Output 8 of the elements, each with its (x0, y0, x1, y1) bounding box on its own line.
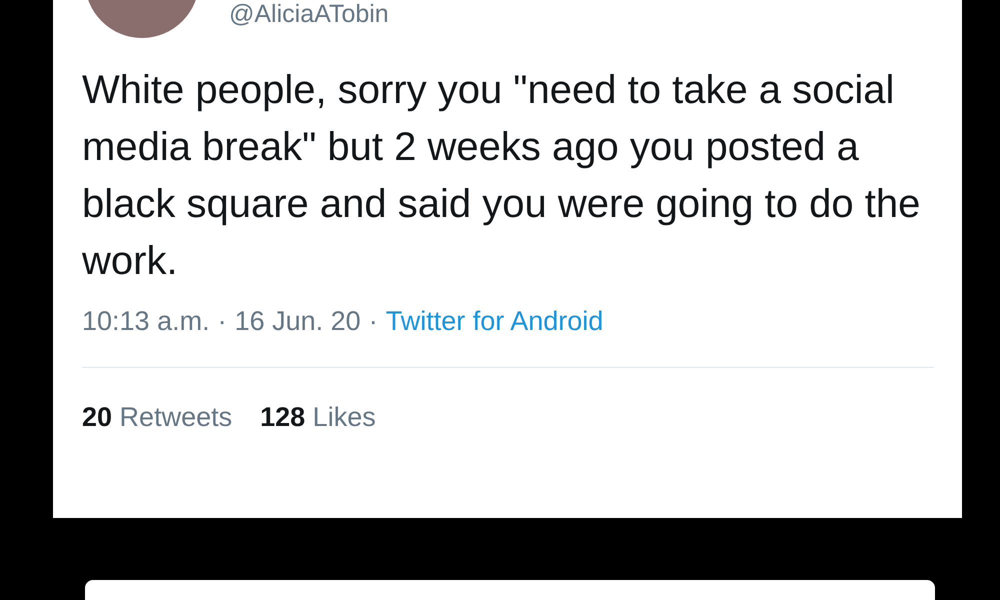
tweet-date: 16 Jun. 20 (234, 306, 361, 337)
stat-count[interactable]: 128 Likes (260, 402, 376, 433)
separator-dot: · (368, 306, 378, 337)
tweet-text: White people, sorry you "need to take a social media break" but 2 weeks ago you posted a black square and said you were going to do the work. (82, 67, 922, 285)
separator-dot: · (218, 306, 227, 337)
stat-count[interactable]: 20 Retweets (82, 402, 232, 433)
tweet-time: 10:13 a.m. (82, 306, 210, 337)
user-handle[interactable]: @AliciaATobin (229, 0, 389, 29)
